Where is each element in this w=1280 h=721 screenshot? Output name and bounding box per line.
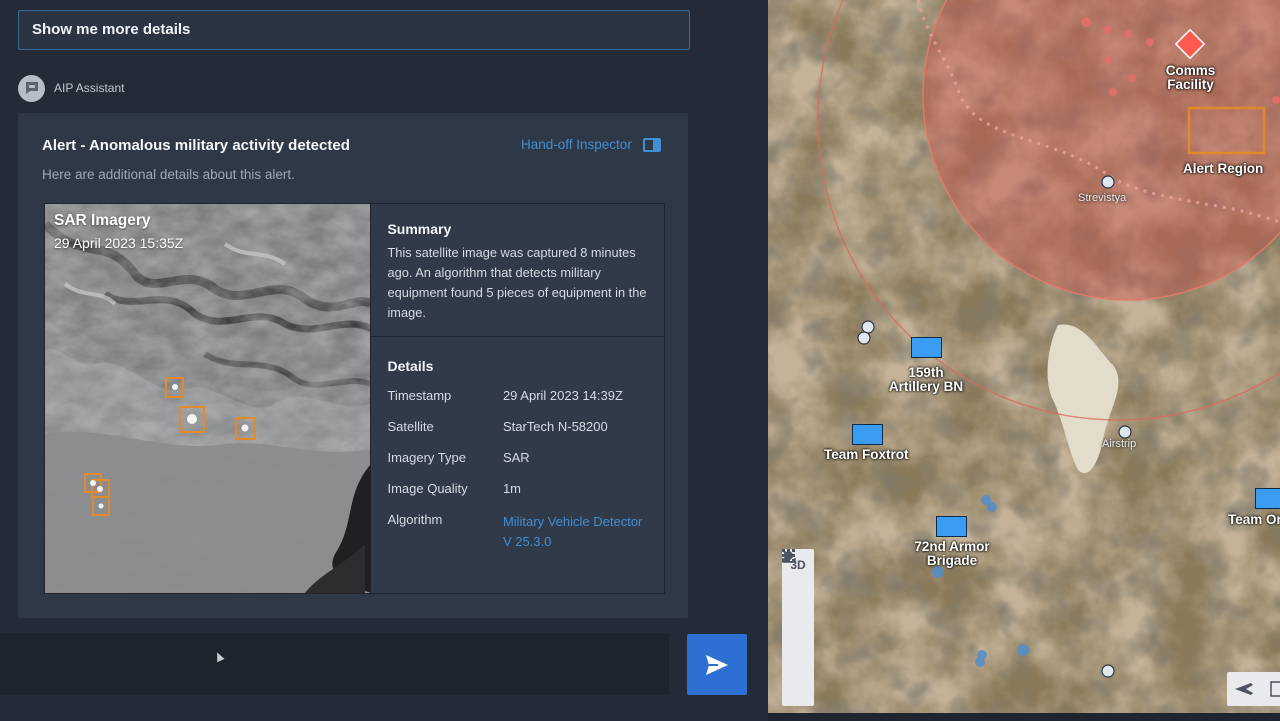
detail-value: StarTech N-58200 [502, 419, 608, 434]
sar-terrain-image [45, 204, 371, 593]
detail-value: 1m [502, 481, 521, 496]
map-label-strevistya[interactable]: Strevistya [1078, 192, 1126, 204]
upload-icon [782, 550, 796, 563]
bottom-strip [768, 713, 1280, 721]
details-section: Details Timestamp 29 April 2023 14:39Z S… [371, 338, 664, 549]
handoff-inspector-label: Hand-off Inspector [521, 137, 632, 152]
app-root: Show me more details AIP Assistant Alert… [0, 0, 1280, 721]
assistant-avatar [18, 74, 45, 102]
detail-key: Imagery Type [387, 450, 466, 465]
algorithm-link[interactable]: Military Vehicle Detector V 25.3.0 [503, 512, 649, 549]
detail-key: Timestamp [387, 388, 452, 403]
eraser-button[interactable] [782, 552, 814, 642]
unit-marker-team-or[interactable] [1255, 488, 1280, 509]
details-heading: Details [387, 358, 434, 374]
detail-key: Image Quality [387, 481, 468, 496]
alert-title: Alert - Anomalous military activity dete… [42, 137, 350, 154]
map-toolbar: 3D [782, 549, 814, 706]
map-label-armor[interactable]: 72nd Armor Brigade [911, 540, 993, 568]
map-label-foxtrot[interactable]: Team Foxtrot [824, 448, 909, 462]
chat-panel: Show me more details AIP Assistant Alert… [0, 0, 768, 721]
panel-icon [642, 137, 661, 152]
sar-imagery-title: SAR Imagery [54, 212, 151, 229]
assistant-header: AIP Assistant [18, 74, 124, 102]
unit-marker-foxtrot[interactable] [852, 424, 883, 445]
map-label-comms-facility[interactable]: Comms Facility [1153, 64, 1228, 92]
detail-row-imagery-type: Imagery Type SAR [387, 450, 648, 481]
detail-value: SAR [502, 450, 530, 465]
map-label-alert-region[interactable]: Alert Region [1183, 162, 1263, 176]
navigate-button[interactable] [782, 550, 814, 673]
airplane-icon [1235, 681, 1280, 697]
sar-image[interactable]: SAR Imagery 29 April 2023 15:35Z [45, 204, 371, 593]
send-icon [706, 654, 728, 675]
info-column: Summary This satellite image was capture… [370, 204, 665, 593]
detail-row-algorithm: Algorithm Military Vehicle Detector V 25… [387, 512, 649, 549]
satellite-terrain [768, 0, 1280, 713]
detail-row-image-quality: Image Quality 1m [387, 481, 648, 512]
map-view[interactable]: Comms Facility Alert Region Strevistya A… [768, 0, 1280, 713]
map-label-team-or[interactable]: Team Or [1228, 513, 1280, 527]
detail-value: 29 April 2023 14:39Z [502, 388, 623, 403]
summary-heading: Summary [387, 221, 452, 237]
chat-input[interactable] [0, 633, 669, 695]
grid-button[interactable] [782, 549, 814, 611]
detail-row-timestamp: Timestamp 29 April 2023 14:39Z [387, 388, 648, 419]
summary-section: Summary This satellite image was capture… [371, 204, 665, 337]
handoff-inspector-button[interactable]: Hand-off Inspector [521, 137, 661, 152]
unit-marker-artillery[interactable] [911, 337, 942, 358]
send-button[interactable] [687, 634, 747, 695]
unit-marker-armor[interactable] [936, 516, 967, 537]
chat-bubble-icon [25, 82, 38, 94]
alert-card: Alert - Anomalous military activity dete… [18, 113, 688, 618]
upload-button[interactable] [782, 550, 814, 704]
alert-subtitle: Here are additional details about this a… [42, 167, 295, 182]
map-label-airstrip[interactable]: Airstrip [1102, 438, 1136, 450]
map-label-artillery[interactable]: 159th Artillery BN [885, 366, 967, 394]
map-corner-controls[interactable] [1227, 672, 1280, 706]
alert-detail-panel: SAR Imagery 29 April 2023 15:35Z Summary… [44, 203, 665, 594]
detail-key: Algorithm [387, 512, 443, 527]
detail-key: Satellite [387, 419, 434, 434]
detail-row-satellite: Satellite StarTech N-58200 [387, 419, 648, 450]
user-query-bubble: Show me more details [18, 10, 690, 50]
sar-imagery-datetime: 29 April 2023 15:35Z [54, 235, 184, 251]
summary-text: This satellite image was captured 8 minu… [387, 245, 647, 320]
assistant-name: AIP Assistant [54, 81, 125, 95]
